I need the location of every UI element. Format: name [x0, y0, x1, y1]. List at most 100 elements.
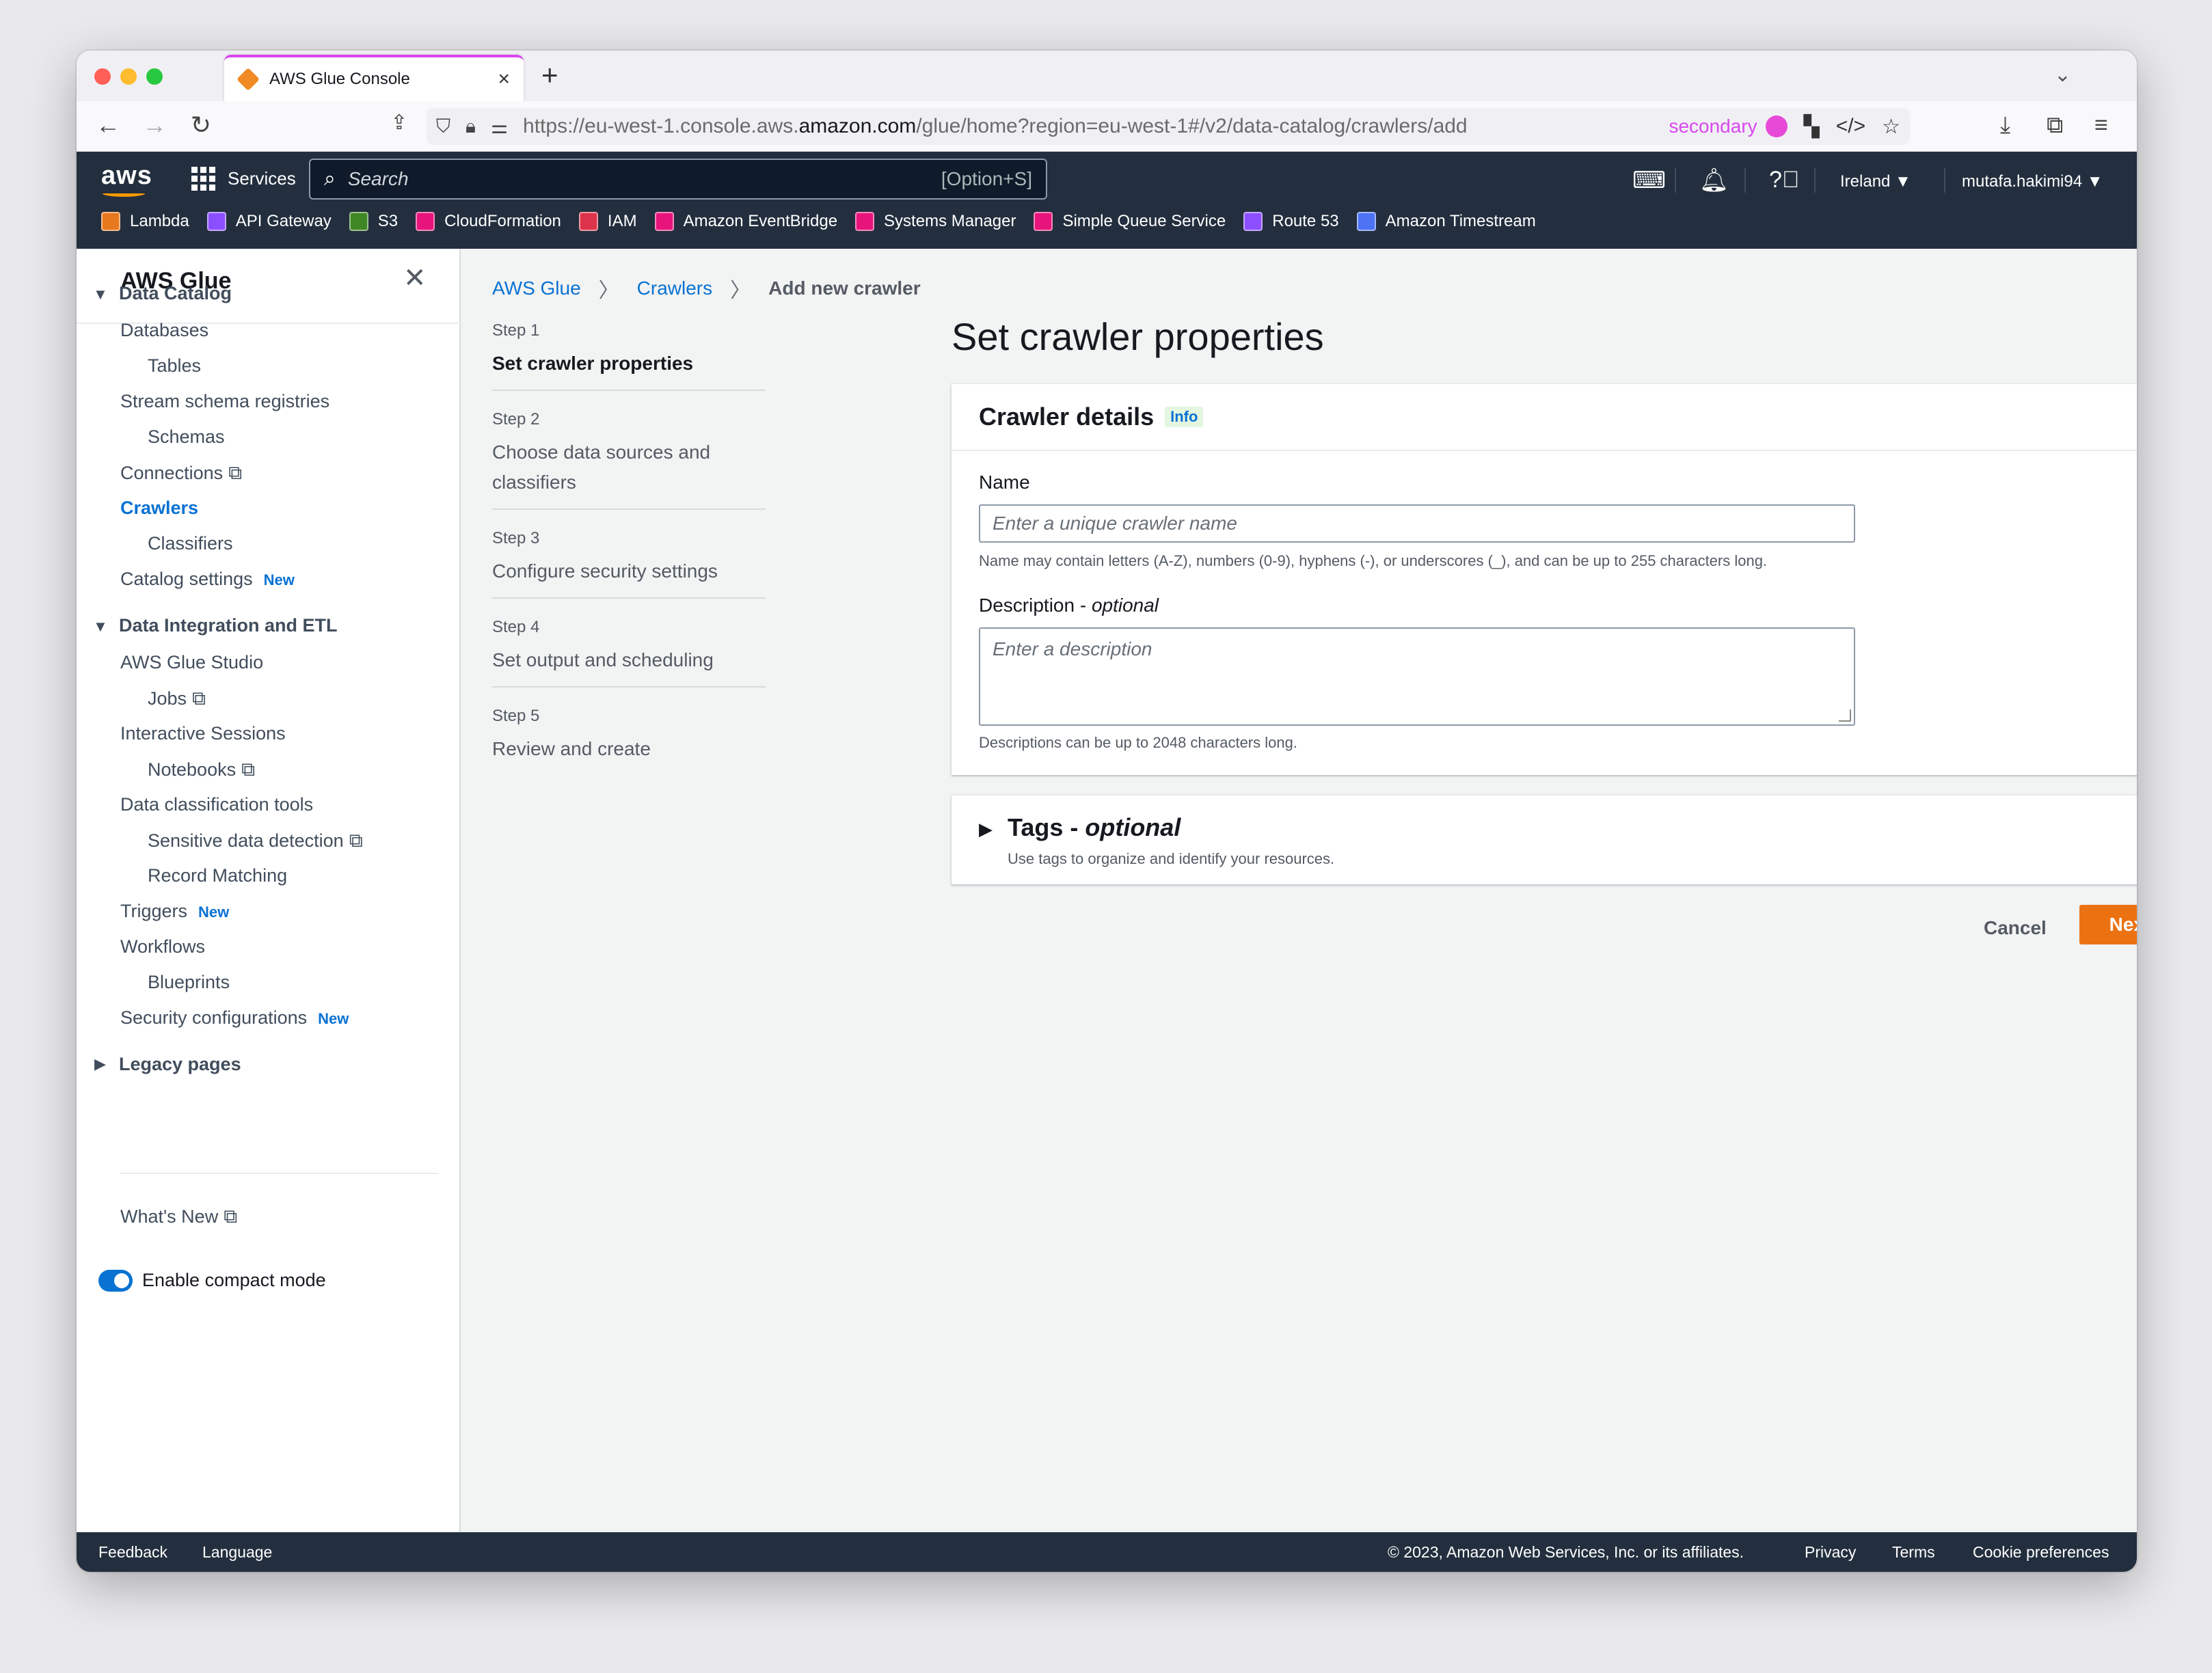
caret-right-icon[interactable]: ▶	[94, 1055, 106, 1073]
favorite-s3[interactable]: S3	[349, 212, 398, 231]
close-window-button[interactable]	[94, 68, 111, 85]
qr-code-icon[interactable]: ▚	[1804, 115, 1820, 139]
crawler-name-input[interactable]: Enter a unique crawler name	[979, 504, 1855, 543]
tags-panel[interactable]: ▶ Tags - optional Use tags to organize a…	[952, 795, 2137, 884]
favorite-systems-manager[interactable]: Systems Manager	[855, 212, 1016, 231]
favorite-route-53[interactable]: Route 53	[1243, 212, 1339, 231]
lock-icon[interactable]: 🔒︎	[466, 115, 476, 138]
sidebar-item-blueprints[interactable]: Blueprints	[148, 972, 230, 993]
new-badge: New	[263, 571, 295, 588]
description-textarea[interactable]: Enter a description	[979, 627, 1855, 726]
sidebar-item-classifiers[interactable]: Classifiers	[148, 533, 233, 554]
wizard-step-2[interactable]: Step 2 Choose data sources and classifie…	[492, 410, 766, 498]
container-indicator[interactable]: secondary	[1669, 115, 1788, 137]
wizard-step-4[interactable]: Step 4 Set output and scheduling	[492, 618, 766, 675]
favorite-amazon-eventbridge[interactable]: Amazon EventBridge	[654, 212, 837, 231]
caret-right-icon[interactable]: ▶	[979, 819, 993, 840]
copyright: © 2023, Amazon Web Services, Inc. or its…	[1388, 1543, 1744, 1561]
terms-link[interactable]: Terms	[1892, 1543, 1935, 1562]
wizard-step-3[interactable]: Step 3 Configure security settings	[492, 529, 766, 586]
browser-window: AWS Glue Console × + ⌄ ← → ↻ ⇪ ⛉ 🔒︎ ⚌ ht…	[77, 51, 2137, 1572]
bookmark-page-icon[interactable]: ⇪	[383, 111, 416, 135]
shield-icon[interactable]: ⛉	[436, 115, 450, 138]
maximize-window-button[interactable]	[146, 68, 163, 85]
sidebar-item-workflows[interactable]: Workflows	[120, 936, 205, 957]
minimize-window-button[interactable]	[120, 68, 137, 85]
region-selector[interactable]: Ireland ▼	[1840, 172, 1911, 191]
close-tab-icon[interactable]: ×	[498, 68, 510, 91]
sidebar-item-sensitive-data[interactable]: Sensitive data detection ⧉	[148, 830, 363, 852]
sidebar-item-jobs[interactable]: Jobs ⧉	[148, 688, 206, 710]
sidebar-item-triggers[interactable]: Triggers New	[120, 901, 229, 922]
tags-title[interactable]: Tags - optional	[1008, 813, 1181, 842]
help-icon[interactable]: ?⃝	[1769, 167, 1799, 193]
resize-handle-icon[interactable]	[1839, 709, 1851, 722]
sidebar-item-classification-tools[interactable]: Data classification tools	[120, 794, 313, 815]
favorite-cloudformation[interactable]: CloudFormation	[416, 212, 561, 231]
favorite-amazon-timestream[interactable]: Amazon Timestream	[1356, 212, 1536, 231]
cookie-preferences-link[interactable]: Cookie preferences	[1973, 1543, 2109, 1562]
name-hint: Name may contain letters (A-Z), numbers …	[979, 552, 1768, 569]
close-icon[interactable]: ✕	[403, 262, 427, 294]
favorite-simple-queue-service[interactable]: Simple Queue Service	[1034, 212, 1226, 231]
sidebar-item-glue-studio[interactable]: AWS Glue Studio	[120, 652, 263, 673]
address-bar[interactable]: ⛉ 🔒︎ ⚌ https://eu-west-1.console.aws.ama…	[427, 108, 1910, 145]
menu-icon[interactable]: ≡	[2094, 112, 2108, 139]
services-menu-button[interactable]: Services	[191, 167, 296, 191]
aws-logo[interactable]: aws	[101, 161, 152, 191]
sidebar-item-notebooks[interactable]: Notebooks ⧉	[148, 759, 255, 781]
sidebar-item-whats-new[interactable]: What's New ⧉	[120, 1206, 237, 1228]
favorite-iam[interactable]: IAM	[578, 212, 637, 231]
wizard-step-1[interactable]: Step 1 Set crawler properties	[492, 321, 766, 379]
sidebar-item-interactive-sessions[interactable]: Interactive Sessions	[120, 723, 286, 744]
back-icon[interactable]: ←	[92, 111, 124, 139]
bell-icon[interactable]: 🔔︎	[1699, 167, 1729, 194]
tags-description: Use tags to organize and identify your r…	[1008, 850, 1335, 867]
permissions-icon[interactable]: ⚌	[491, 115, 508, 138]
sidebar-item-crawlers[interactable]: Crawlers	[120, 498, 198, 519]
compact-mode-toggle[interactable]	[98, 1270, 133, 1292]
favorites-bar: Lambda API Gateway S3 CloudFormation IAM Amaz…	[101, 212, 1554, 231]
next-button[interactable]: Next	[2079, 905, 2137, 944]
feedback-link[interactable]: Feedback	[98, 1543, 167, 1562]
url-text[interactable]: https://eu-west-1.console.aws.amazon.com…	[523, 115, 1468, 138]
search-icon: ⌕	[324, 167, 336, 190]
sidebar-item-tables[interactable]: Tables	[148, 355, 201, 377]
caret-down-icon[interactable]: ▼	[93, 618, 108, 636]
footer: Feedback Language © 2023, Amazon Web Ser…	[77, 1532, 2137, 1572]
sidebar-item-stream-schema[interactable]: Stream schema registries	[120, 391, 329, 412]
breadcrumb-crawlers[interactable]: Crawlers	[637, 277, 712, 299]
section-data-integration[interactable]: Data Integration and ETL	[119, 615, 338, 636]
browser-tab[interactable]: AWS Glue Console ×	[224, 55, 524, 101]
sidebar-item-security-configurations[interactable]: Security configurations New	[120, 1007, 349, 1029]
caret-down-icon[interactable]: ▼	[93, 286, 108, 303]
star-icon[interactable]: ☆	[1882, 115, 1900, 139]
download-icon[interactable]: ⤓	[2000, 112, 2010, 139]
favorite-lambda[interactable]: Lambda	[101, 212, 189, 231]
sidebar-item-databases[interactable]: Databases	[120, 320, 208, 341]
favorite-api-gateway[interactable]: API Gateway	[206, 212, 332, 231]
wizard-step-5[interactable]: Step 5 Review and create	[492, 707, 766, 764]
search-input[interactable]: ⌕ Search [Option+S]	[309, 159, 1047, 200]
chevron-down-icon[interactable]: ⌄	[2054, 63, 2071, 87]
extensions-icon[interactable]: ⧉	[2047, 112, 2063, 139]
info-link[interactable]: Info	[1165, 407, 1204, 427]
privacy-link[interactable]: Privacy	[1805, 1543, 1856, 1562]
chevron-right-icon: 〉	[598, 280, 619, 302]
breadcrumb-aws-glue[interactable]: AWS Glue	[492, 277, 581, 299]
cancel-button[interactable]: Cancel	[1971, 909, 2059, 947]
sidebar-item-connections[interactable]: Connections ⧉	[120, 462, 242, 485]
forward-icon[interactable]: →	[138, 111, 171, 139]
sidebar-item-catalog-settings[interactable]: Catalog settings New	[120, 569, 295, 590]
section-data-catalog[interactable]: Data Catalog	[119, 283, 232, 304]
section-legacy-pages[interactable]: Legacy pages	[119, 1054, 241, 1075]
reload-icon[interactable]: ↻	[185, 111, 217, 139]
cloudshell-icon[interactable]: ⌨	[1632, 167, 1666, 194]
code-icon[interactable]: </>	[1836, 115, 1865, 138]
language-link[interactable]: Language	[202, 1543, 272, 1562]
account-menu[interactable]: mutafa.hakimi94 ▼	[1962, 172, 2103, 191]
sidebar-item-schemas[interactable]: Schemas	[148, 426, 225, 448]
sidebar-item-record-matching[interactable]: Record Matching	[148, 865, 287, 886]
new-tab-button[interactable]: +	[541, 59, 558, 92]
panel-title: Crawler details	[979, 403, 1155, 431]
